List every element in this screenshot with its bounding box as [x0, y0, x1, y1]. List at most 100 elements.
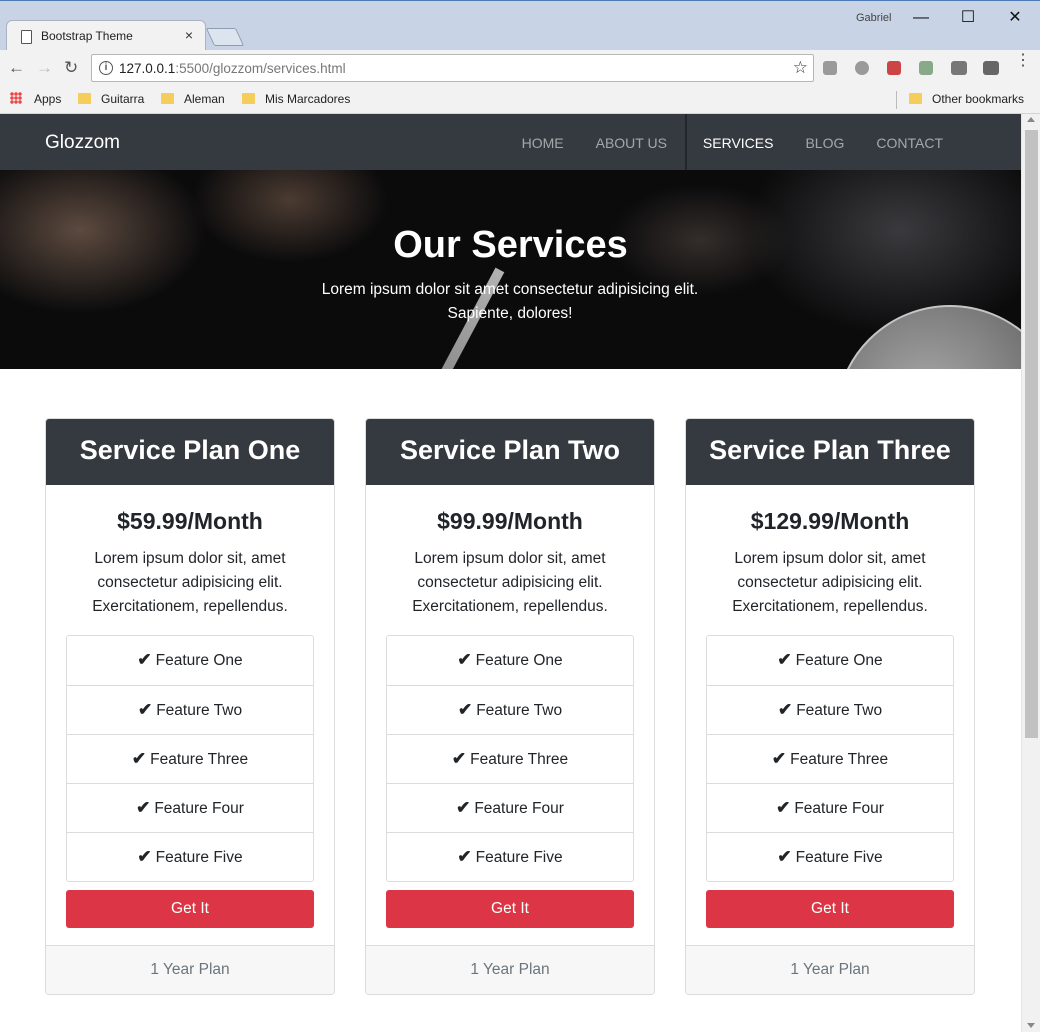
plan-description: Lorem ipsum dolor sit, amet consectetur … [92, 550, 288, 615]
plan-price: $99.99/Month [437, 508, 583, 534]
browser-titlebar: Bootstrap Theme × Gabriel — ☐ ✕ [0, 0, 1040, 51]
feature-list: ✔ Feature One ✔ Feature Two ✔ Feature Three… [66, 635, 314, 882]
plan-description: Lorem ipsum dolor sit, amet consectetur … [732, 550, 928, 615]
check-icon: ✔ [777, 650, 792, 669]
page-icon [21, 30, 32, 44]
profile-name[interactable]: Gabriel [856, 12, 891, 24]
tab-title: Bootstrap Theme [41, 29, 133, 43]
menu-icon[interactable]: ⋮ [1015, 53, 1031, 69]
feature-item: ✔ Feature One [777, 650, 883, 669]
check-icon: ✔ [136, 798, 151, 817]
nav-blog[interactable]: BLOG [789, 114, 860, 170]
folder-icon [161, 93, 174, 104]
check-icon: ✔ [457, 700, 473, 719]
check-icon: ✔ [137, 700, 153, 719]
hero-subtitle: Lorem ipsum dolor sit amet consectetur a… [321, 281, 699, 322]
check-icon: ✔ [776, 798, 791, 817]
get-it-button[interactable]: Get It [706, 890, 954, 928]
folder-icon [242, 93, 255, 104]
extension-icon[interactable] [855, 61, 869, 75]
info-icon[interactable]: i [99, 61, 113, 75]
extension-icon[interactable] [951, 61, 967, 75]
extension-icon[interactable] [983, 61, 999, 75]
scroll-up-icon[interactable] [1027, 117, 1035, 122]
forward-arrow-icon[interactable]: → [36, 58, 53, 78]
extension-icon[interactable] [919, 61, 933, 75]
pricing-card: Service Plan One $59.99/Month Lorem ipsu… [45, 418, 335, 995]
get-it-button[interactable]: Get It [386, 890, 634, 928]
plan-duration: 1 Year Plan [366, 945, 654, 994]
extension-icon[interactable] [887, 61, 901, 75]
minimize-button[interactable]: — [898, 5, 944, 31]
plan-price: $129.99/Month [750, 508, 910, 534]
nav-home[interactable]: HOME [506, 114, 580, 170]
get-it-button[interactable]: Get It [66, 890, 314, 928]
folder-icon [78, 93, 91, 104]
reload-icon[interactable]: ↻ [64, 58, 78, 78]
check-icon: ✔ [457, 650, 472, 669]
extension-icon[interactable] [823, 61, 837, 75]
page-title: Our Services [393, 224, 628, 266]
brand-logo[interactable]: Glozzom [45, 132, 120, 154]
hero-banner: Our Services Lorem ipsum dolor sit amet … [0, 170, 1021, 369]
bookmark-apps[interactable]: Apps [10, 92, 61, 106]
check-icon: ✔ [137, 650, 152, 669]
feature-item: ✔ Feature Three [67, 734, 313, 783]
feature-item: ✔ Feature Five [387, 832, 633, 881]
pricing-card: Service Plan Three $129.99/Month Lorem i… [685, 418, 975, 995]
plan-price: $59.99/Month [117, 508, 263, 534]
check-icon: ✔ [777, 847, 792, 866]
plan-title: Service Plan One [46, 419, 334, 485]
apps-icon [10, 92, 22, 104]
check-icon: ✔ [457, 847, 472, 866]
bookmark-aleman[interactable]: Aleman [161, 92, 225, 106]
maximize-button[interactable]: ☐ [945, 5, 991, 31]
feature-item: ✔ Feature Three [707, 734, 953, 783]
check-icon: ✔ [131, 749, 147, 768]
check-icon: ✔ [771, 749, 787, 768]
plan-duration: 1 Year Plan [686, 945, 974, 994]
check-icon: ✔ [451, 749, 467, 768]
feature-item: ✔ Feature Three [387, 734, 633, 783]
page-scrollbar[interactable] [1021, 114, 1040, 1032]
page-viewport: Glozzom HOME ABOUT US SERVICES BLOG CONT… [0, 114, 1021, 1032]
feature-list: ✔ Feature One ✔ Feature Two ✔ Feature Three… [386, 635, 634, 882]
plan-title: Service Plan Two [366, 419, 654, 485]
feature-item: ✔ Feature Two [67, 685, 313, 734]
url-text[interactable]: 127.0.0.1:5500/glozzom/services.html [119, 61, 346, 76]
scroll-down-icon[interactable] [1027, 1023, 1035, 1028]
bookmarks-divider [896, 91, 897, 109]
plan-title: Service Plan Three [686, 419, 974, 485]
folder-icon [909, 93, 922, 104]
pricing-card: Service Plan Two $99.99/Month Lorem ipsu… [365, 418, 655, 995]
bookmark-other[interactable]: Other bookmarks [909, 92, 1024, 106]
check-icon: ✔ [137, 847, 152, 866]
feature-item: ✔ Feature One [457, 650, 563, 669]
browser-tab[interactable]: Bootstrap Theme × [6, 20, 206, 51]
feature-item: ✔ Feature Four [387, 783, 633, 832]
feature-list: ✔ Feature One ✔ Feature Two ✔ Feature Three… [706, 635, 954, 882]
scrollbar-thumb[interactable] [1025, 130, 1038, 738]
plan-duration: 1 Year Plan [46, 945, 334, 994]
bookmark-star-icon[interactable]: ☆ [793, 58, 808, 78]
nav-about-us[interactable]: ABOUT US [580, 114, 683, 170]
hero-background-image [835, 305, 1021, 369]
site-navbar: Glozzom HOME ABOUT US SERVICES BLOG CONT… [0, 114, 1021, 170]
nav-contact[interactable]: CONTACT [860, 114, 959, 170]
feature-item: ✔ Feature Two [387, 685, 633, 734]
plan-description: Lorem ipsum dolor sit, amet consectetur … [412, 550, 608, 615]
back-arrow-icon[interactable]: ← [8, 58, 25, 78]
nav-services[interactable]: SERVICES [684, 114, 790, 170]
feature-item: ✔ Feature Four [707, 783, 953, 832]
address-bar[interactable]: i 127.0.0.1:5500/glozzom/services.html ☆ [91, 54, 814, 82]
new-tab-button[interactable] [205, 28, 245, 46]
nav-links: HOME ABOUT US SERVICES BLOG CONTACT [506, 114, 959, 170]
tab-close-icon[interactable]: × [185, 27, 193, 43]
browser-toolbar: ← → ↻ i 127.0.0.1:5500/glozzom/services.… [0, 50, 1040, 86]
check-icon: ✔ [456, 798, 471, 817]
feature-item: ✔ Feature Four [67, 783, 313, 832]
feature-item: ✔ Feature Five [707, 832, 953, 881]
bookmark-mis-marcadores[interactable]: Mis Marcadores [242, 92, 350, 106]
bookmark-guitarra[interactable]: Guitarra [78, 92, 144, 106]
close-window-button[interactable]: ✕ [992, 5, 1038, 31]
